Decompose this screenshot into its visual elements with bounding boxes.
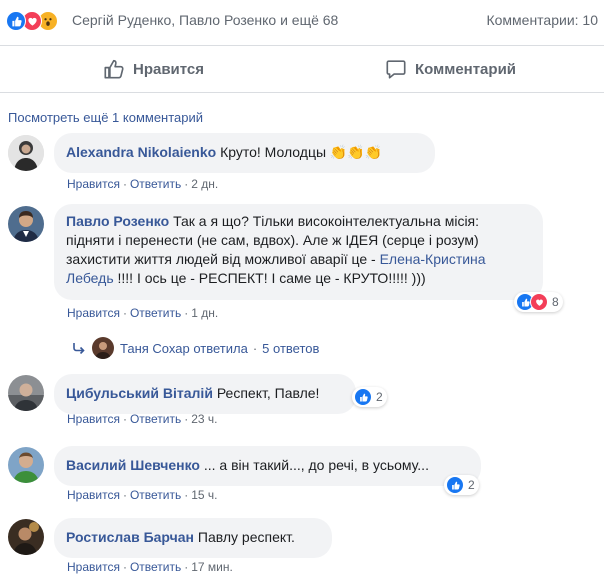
love-reaction-icon bbox=[530, 293, 548, 311]
comment-text: Павлу респект. bbox=[197, 529, 295, 545]
reply-arrow-icon bbox=[73, 343, 85, 354]
comment-like-action[interactable]: Нравится bbox=[67, 177, 120, 191]
comment-reactions-badge[interactable]: 8 bbox=[514, 292, 563, 312]
comment-text: Респект, Павле! bbox=[216, 385, 320, 401]
avatar[interactable] bbox=[8, 447, 44, 483]
replier-name: Таня Сохар ответила bbox=[120, 340, 248, 356]
comment-bubble: Павло Розенко Так а я що? Тільки високоі… bbox=[54, 204, 543, 300]
post-action-bar: Нравится Комментарий bbox=[0, 45, 604, 93]
thumbs-up-icon bbox=[104, 59, 124, 79]
clap-emoji: 👏👏👏 bbox=[329, 144, 383, 160]
comment-timestamp[interactable]: 2 дн. bbox=[191, 177, 218, 191]
reaction-count: 8 bbox=[552, 295, 559, 309]
comment-reply-action[interactable]: Ответить bbox=[130, 560, 181, 574]
comment-button[interactable]: Комментарий bbox=[385, 46, 516, 92]
comment-like-action[interactable]: Нравится bbox=[67, 306, 120, 320]
comment-actions: Нравится · Ответить · 2 дн. bbox=[67, 177, 219, 191]
comment-actions: Нравится · Ответить · 23 ч. bbox=[67, 412, 218, 426]
comment-author[interactable]: Василий Шевченко bbox=[66, 457, 200, 473]
replies-count: 5 ответов bbox=[262, 340, 320, 356]
replier-avatar bbox=[92, 337, 114, 359]
comment-like-action[interactable]: Нравится bbox=[67, 412, 120, 426]
reaction-icons[interactable] bbox=[6, 11, 58, 31]
like-reaction-icon bbox=[446, 476, 464, 494]
comment-like-action[interactable]: Нравится bbox=[67, 488, 120, 502]
comment-actions: Нравится · Ответить · 17 мин. bbox=[67, 560, 233, 574]
speech-bubble-icon bbox=[386, 60, 406, 79]
view-replies-link[interactable]: Таня Сохар ответила · 5 ответов bbox=[72, 337, 319, 359]
comment-actions: Нравится · Ответить · 1 дн. bbox=[67, 306, 219, 320]
avatar[interactable] bbox=[8, 135, 44, 171]
comment-reply-action[interactable]: Ответить bbox=[130, 412, 181, 426]
reaction-count: 2 bbox=[468, 478, 475, 492]
comment-timestamp[interactable]: 15 ч. bbox=[191, 488, 217, 502]
reactions-summary-bar: Сергій Руденко, Павло Розенко и ещё 68 К… bbox=[0, 0, 604, 42]
comment-reactions-badge[interactable]: 2 bbox=[352, 387, 387, 407]
comment-timestamp[interactable]: 17 мин. bbox=[191, 560, 233, 574]
comment-author[interactable]: Павло Розенко bbox=[66, 213, 169, 229]
comment-reactions-badge[interactable]: 2 bbox=[444, 475, 479, 495]
comment-text: Круто! Молодцы bbox=[220, 144, 327, 160]
like-button-label: Нравится bbox=[133, 60, 205, 78]
comment-reply-action[interactable]: Ответить bbox=[130, 306, 181, 320]
comment-bubble: Василий Шевченко ... а він такий..., до … bbox=[54, 446, 481, 486]
comment-author[interactable]: Alexandra Nikolaienko bbox=[66, 144, 216, 160]
avatar[interactable] bbox=[8, 519, 44, 555]
like-reaction-icon bbox=[6, 11, 26, 31]
comment-timestamp[interactable]: 23 ч. bbox=[191, 412, 217, 426]
comment-actions: Нравится · Ответить · 15 ч. bbox=[67, 488, 218, 502]
avatar[interactable] bbox=[8, 206, 44, 242]
comment-reply-action[interactable]: Ответить bbox=[130, 488, 181, 502]
comment-author[interactable]: Цибульський Віталій bbox=[66, 385, 213, 401]
like-button[interactable]: Нравится bbox=[103, 46, 204, 92]
comment-like-action[interactable]: Нравится bbox=[67, 560, 120, 574]
comment-bubble: Цибульський Віталій Респект, Павле! bbox=[54, 374, 356, 414]
comments-count-link[interactable]: Комментарии: 10 bbox=[486, 12, 598, 28]
comment-text: ... а він такий..., до речі, в усьому... bbox=[203, 457, 429, 473]
view-more-comments-link[interactable]: Посмотреть ещё 1 комментарий bbox=[8, 110, 203, 125]
reactors-link[interactable]: Сергій Руденко, Павло Розенко и ещё 68 bbox=[72, 12, 338, 28]
comment-bubble: Alexandra Nikolaienko Круто! Молодцы 👏👏👏 bbox=[54, 133, 435, 173]
comment-timestamp[interactable]: 1 дн. bbox=[191, 306, 218, 320]
avatar[interactable] bbox=[8, 375, 44, 411]
comment-reply-action[interactable]: Ответить bbox=[130, 177, 181, 191]
comment-text-continued: !!!! І ось це - РЕСПЕКТ! І саме це - КРУ… bbox=[113, 270, 426, 286]
like-reaction-icon bbox=[354, 388, 372, 406]
reaction-count: 2 bbox=[376, 390, 383, 404]
comment-button-label: Комментарий bbox=[415, 60, 517, 78]
comment-bubble: Ростислав Барчан Павлу респект. bbox=[54, 518, 332, 558]
comment-author[interactable]: Ростислав Барчан bbox=[66, 529, 194, 545]
